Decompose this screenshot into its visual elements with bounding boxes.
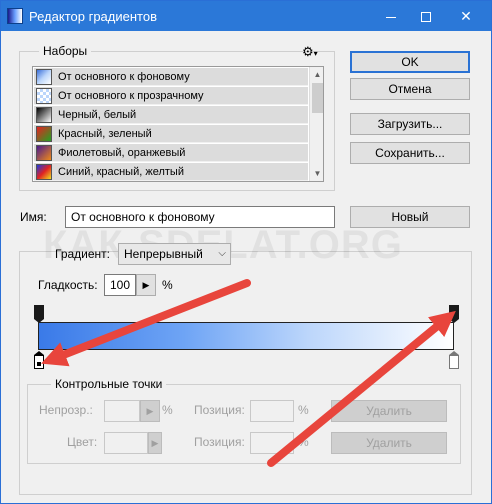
annotation-arrows xyxy=(41,279,456,467)
gradient-editor-window: Редактор градиентов ✕ Наборы ⚙▾ От основ… xyxy=(0,0,492,504)
arrow-to-left-stop xyxy=(41,279,251,367)
arrow-to-right-stop xyxy=(267,310,456,467)
